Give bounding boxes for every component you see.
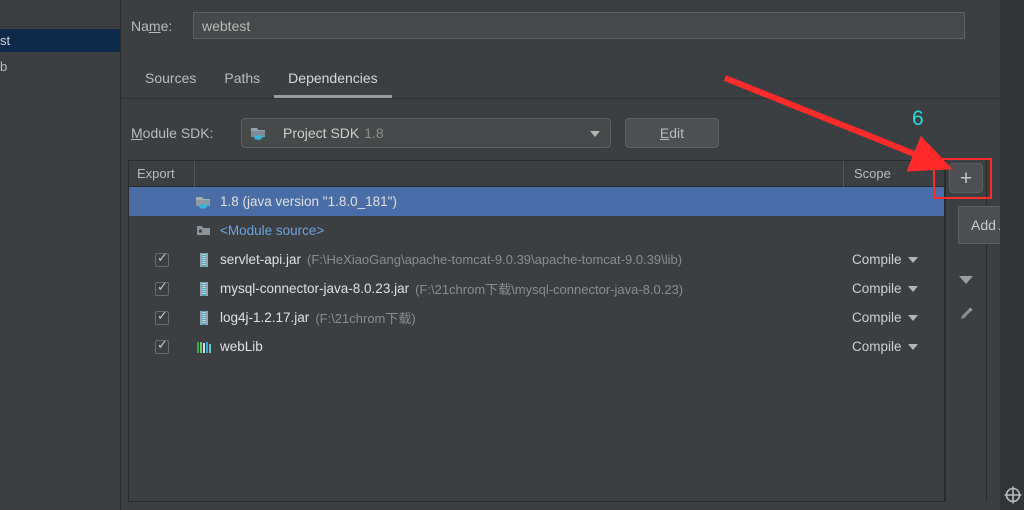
table-row[interactable]: mysql-connector-java-8.0.23.jar (F:\21ch… [129, 274, 944, 303]
dependencies-table-header: Export Scope [129, 160, 944, 187]
jdk-folder-icon [250, 125, 268, 141]
column-header-scope[interactable]: Scope [844, 161, 944, 187]
chevron-down-icon [907, 285, 918, 292]
sidebar-divider [0, 26, 120, 27]
chevron-down-icon [958, 275, 974, 285]
dependency-name: <Module source> [220, 223, 325, 238]
module-sdk-label: Module SDK: [131, 125, 241, 141]
export-checkbox[interactable] [155, 338, 169, 354]
jar-icon [195, 281, 213, 297]
table-row[interactable]: <Module source> [129, 216, 944, 245]
crosshair-icon[interactable] [1004, 486, 1022, 504]
cell-scope[interactable]: Compile [844, 252, 944, 267]
right-edge-strip [1000, 0, 1024, 510]
sidebar-item-1[interactable]: b [0, 55, 120, 78]
cell-export [129, 280, 195, 296]
table-row[interactable]: 1.8 (java version "1.8.0_181") [129, 187, 944, 216]
cell-export [129, 338, 195, 354]
jdk-folder-icon [195, 194, 213, 210]
chevron-down-icon [907, 343, 918, 350]
export-checkbox[interactable] [155, 251, 169, 267]
jar-icon [195, 252, 213, 268]
cell-name: 1.8 (java version "1.8.0_181") [195, 194, 844, 210]
cell-scope[interactable]: Compile [844, 281, 944, 296]
scope-value: Compile [852, 252, 902, 267]
edit-button-rest: dit [669, 125, 685, 141]
pencil-icon [957, 305, 975, 323]
dependency-name: servlet-api.jar [220, 252, 302, 267]
add-dependency-button[interactable]: + [949, 163, 983, 193]
table-row[interactable]: log4j-1.2.17.jar (F:\21chrom下载) Compile [129, 303, 944, 332]
sdk-label-rest: odule SDK: [142, 125, 214, 141]
move-down-button[interactable] [947, 264, 985, 296]
export-checkbox[interactable] [155, 280, 169, 296]
dependency-path: (F:\HeXiaoGang\apache-tomcat-9.0.39\apac… [307, 252, 683, 267]
dependency-path: (F:\21chrom下载\mysql-connector-java-8.0.2… [415, 282, 684, 297]
tab-label: Sources [145, 70, 197, 86]
scope-value: Compile [852, 339, 902, 354]
cell-scope[interactable]: Compile [844, 310, 944, 325]
module-sdk-row: Module SDK: Project SDK 1.8 Edit [131, 118, 719, 148]
scope-value: Compile [852, 281, 902, 296]
plus-icon: + [959, 166, 973, 190]
dependency-name: 1.8 (java version "1.8.0_181") [220, 194, 397, 209]
cell-scope[interactable]: Compile [844, 339, 944, 354]
chevron-down-icon [590, 131, 600, 137]
jar-icon [195, 310, 213, 326]
tab-sources[interactable]: Sources [131, 66, 210, 98]
module-name-label: Name: [131, 18, 193, 34]
table-row[interactable]: servlet-api.jar (F:\HeXiaoGang\apache-to… [129, 245, 944, 274]
sidebar-item-0[interactable]: st [0, 29, 120, 52]
module-sdk-combobox[interactable]: Project SDK 1.8 [241, 118, 611, 148]
cell-export [129, 309, 195, 325]
name-label-prefix: Na [131, 17, 149, 34]
dependency-name: mysql-connector-java-8.0.23.jar [220, 281, 410, 296]
dependency-path: (F:\21chrom下载) [315, 311, 416, 326]
scope-value: Compile [852, 310, 902, 325]
module-source-icon [195, 223, 213, 239]
column-header-label: Scope [854, 166, 891, 181]
module-tabs: Sources Paths Dependencies [131, 66, 392, 98]
tab-paths[interactable]: Paths [210, 66, 274, 98]
tab-label: Dependencies [288, 70, 378, 86]
chevron-down-icon [907, 256, 918, 263]
tab-dependencies[interactable]: Dependencies [274, 66, 392, 98]
edit-sdk-button[interactable]: Edit [625, 118, 719, 148]
dependency-name: webLib [220, 339, 263, 354]
edit-dependency-button[interactable] [947, 298, 985, 330]
cell-name: <Module source> [195, 223, 844, 239]
export-checkbox[interactable] [155, 309, 169, 325]
name-label-suffix: e: [160, 17, 173, 34]
step-number-annotation: 6 [912, 107, 924, 131]
dependencies-table-body: 1.8 (java version "1.8.0_181") <Module s… [129, 187, 944, 361]
sidebar-item-label: b [0, 59, 8, 74]
module-name-row: Name: [131, 12, 965, 39]
module-settings-screen: st b Name: Sources Paths Dependencies Mo… [0, 0, 1024, 510]
module-sdk-version: 1.8 [364, 125, 384, 141]
module-name-input[interactable] [193, 12, 965, 39]
cell-name: webLib [195, 339, 844, 355]
tabs-divider [121, 98, 1001, 99]
module-sdk-value: Project SDK [283, 125, 360, 141]
sidebar-item-label: st [0, 33, 11, 48]
step-number-label: 6 [912, 107, 924, 130]
cell-export [129, 251, 195, 267]
cell-name: log4j-1.2.17.jar (F:\21chrom下载) [195, 308, 844, 327]
tab-label: Paths [224, 70, 261, 86]
cell-name: mysql-connector-java-8.0.23.jar (F:\21ch… [195, 279, 844, 298]
cell-name: servlet-api.jar (F:\HeXiaoGang\apache-to… [195, 252, 844, 268]
name-label-mnemonic: m [148, 17, 161, 34]
sdk-label-mnemonic: M [131, 125, 143, 141]
column-header-export[interactable]: Export [129, 160, 195, 187]
column-header-name[interactable] [195, 160, 844, 187]
table-row[interactable]: webLib Compile [129, 332, 944, 361]
edit-button-mnemonic: E [659, 125, 670, 141]
project-structure-sidebar: st b [0, 0, 128, 510]
column-header-label: Export [137, 166, 175, 181]
library-icon [195, 339, 213, 355]
dependency-name: log4j-1.2.17.jar [220, 310, 310, 325]
chevron-down-icon [907, 314, 918, 321]
dependencies-table: Export Scope 1.8 (java version "1.8.0_18… [128, 160, 945, 502]
